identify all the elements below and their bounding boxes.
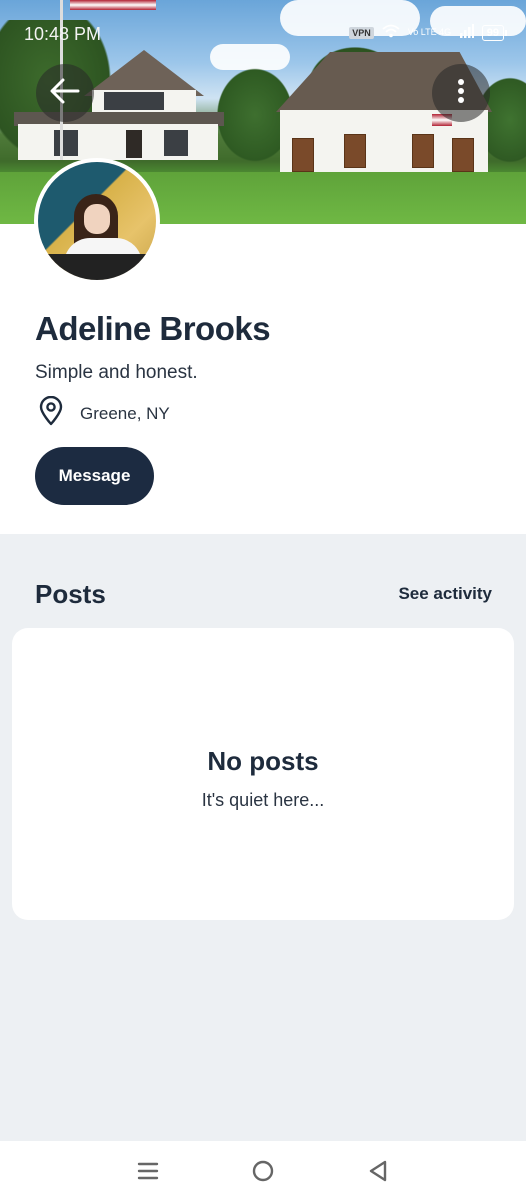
battery-icon: 99 <box>481 24 508 41</box>
avatar[interactable] <box>34 158 160 284</box>
profile-name: Adeline Brooks <box>35 310 271 347</box>
signal-icon <box>459 24 474 41</box>
system-nav-bar <box>0 1141 526 1200</box>
arrow-left-icon <box>50 78 80 109</box>
home-circle-icon[interactable] <box>248 1156 278 1186</box>
profile-location: Greene, NY <box>38 395 170 431</box>
status-time: 10:48 PM <box>24 24 102 44</box>
more-vertical-icon <box>457 78 465 109</box>
menu-icon[interactable] <box>133 1156 163 1186</box>
more-options-button[interactable] <box>432 64 490 122</box>
status-bar: 10:48 PM VPN Vo LTE 4G 99 <box>0 0 526 64</box>
profile-bio: Simple and honest. <box>35 362 198 383</box>
empty-state-title: No posts <box>207 746 319 776</box>
network-label: Vo LTE 4G <box>407 27 452 37</box>
see-activity-link[interactable]: See activity <box>398 584 492 604</box>
wifi-icon <box>382 24 400 41</box>
location-text: Greene, NY <box>80 403 170 423</box>
back-button[interactable] <box>36 64 94 122</box>
empty-state-subtitle: It's quiet here... <box>201 790 325 810</box>
vpn-badge: VPN <box>349 26 374 39</box>
posts-heading: Posts <box>35 579 106 609</box>
posts-card: No posts It's quiet here... <box>12 628 514 920</box>
back-triangle-icon[interactable] <box>363 1156 393 1186</box>
message-button[interactable]: Message <box>35 447 154 505</box>
location-pin-icon <box>38 395 64 431</box>
status-icons: VPN Vo LTE 4G 99 <box>349 24 508 41</box>
